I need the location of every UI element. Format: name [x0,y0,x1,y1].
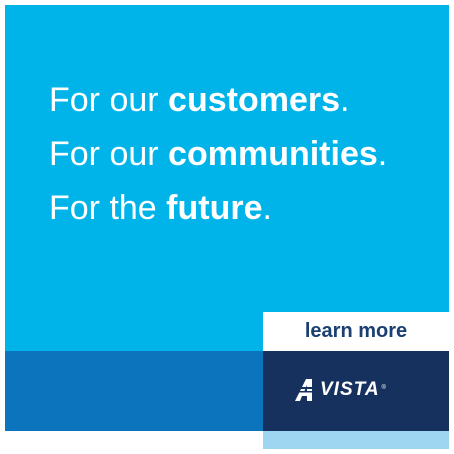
hero-panel: For our customers. For our communities. … [5,5,449,351]
learn-more-button[interactable]: learn more [263,312,449,351]
brand-box[interactable]: VISTA ® [263,351,449,431]
bottom-band-right [263,431,449,449]
headline-bold-future: future [166,189,263,227]
headline-bold-communities: communities [168,135,378,173]
headline: For our customers. For our communities. … [49,73,387,235]
logo-wordmark: VISTA [320,379,380,400]
headline-bold-customers: customers [168,81,341,119]
bottom-band-left [5,431,263,449]
headline-line-customers: For our customers. [49,81,350,119]
mid-color-band [5,351,263,431]
avista-logo[interactable]: VISTA ® [295,376,386,404]
registered-mark: ® [381,385,386,391]
headline-line-future: For the future. [49,189,272,227]
headline-line-communities: For our communities. [49,135,388,173]
avista-a-mark-icon [295,379,315,401]
ad-banner[interactable]: For our customers. For our communities. … [5,5,449,449]
